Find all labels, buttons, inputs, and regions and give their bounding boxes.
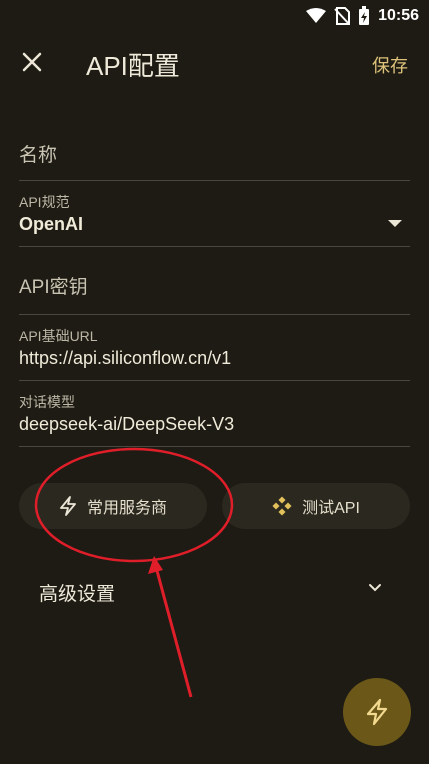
test-api-label: 测试API [302,500,360,517]
advanced-settings-label: 高级设置 [39,584,116,605]
base-url-label: API基础URL [19,328,98,344]
base-url-value: https://api.siliconflow.cn/v1 [19,348,232,368]
no-sim-icon [334,7,351,25]
model-label: 对话模型 [19,394,75,410]
dropdown-arrow-icon [388,220,402,228]
model-field[interactable]: 对话模型 deepseek-ai/DeepSeek-V3 [19,386,410,447]
model-value: deepseek-ai/DeepSeek-V3 [19,414,235,434]
name-placeholder: 名称 [19,145,58,166]
status-time: 10:56 [378,7,419,24]
wifi-icon [306,8,327,24]
annotation-overlay [34,447,234,698]
api-key-placeholder: API密钥 [19,277,88,298]
save-button[interactable]: 保存 [372,52,408,78]
test-api-button[interactable]: 测试API [222,483,410,529]
close-icon [22,52,42,72]
page-title: API配置 [86,51,180,81]
app-bar: API配置 保存 [0,30,429,94]
api-spec-select[interactable]: API规范 OpenAI [19,186,410,247]
lightning-icon [366,698,388,726]
status-bar: 10:56 [0,0,429,30]
name-field[interactable]: 名称 [19,118,410,181]
advanced-settings-row[interactable]: 高级设置 [39,575,384,607]
battery-charging-icon [358,6,370,26]
chevron-down-icon [366,579,384,597]
base-url-field[interactable]: API基础URL https://api.siliconflow.cn/v1 [19,320,410,381]
api-spec-value: OpenAI [19,214,84,234]
common-providers-button[interactable]: 常用服务商 [19,483,207,529]
api-spec-label: API规范 [19,194,70,210]
lightning-icon [59,496,77,516]
api-key-field[interactable]: API密钥 [19,252,410,315]
close-button[interactable] [18,48,48,78]
annotation-arrow-head [148,556,163,574]
diamond-dots-icon [272,496,292,516]
fab-button[interactable] [343,678,411,746]
common-providers-label: 常用服务商 [86,500,167,517]
